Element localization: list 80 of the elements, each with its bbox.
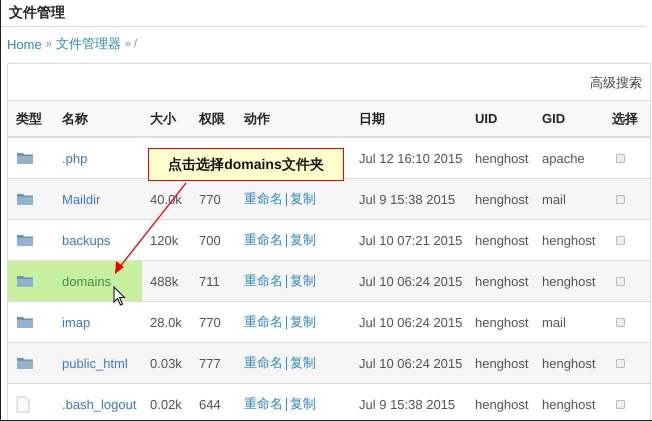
permission-cell: 644 (199, 396, 221, 412)
date-cell: Jul 9 15:38 2015 (359, 396, 456, 412)
size-cell: 28.0k (150, 314, 182, 330)
rename-link[interactable]: 重命名 (244, 272, 283, 290)
date-cell: Jul 10 07:21 2015 (359, 232, 462, 248)
rename-link[interactable]: 重命名 (244, 395, 283, 413)
gid-cell: henghost (542, 232, 596, 248)
breadcrumb-link[interactable]: 文件管理器 (56, 35, 121, 53)
permission-cell: 770 (199, 192, 221, 206)
column-header: 名称 (60, 110, 89, 128)
column-header: 权限 (198, 110, 226, 128)
date-cell: Jul 10 06:24 2015 (359, 356, 462, 370)
column-header: UID (474, 111, 498, 126)
gid-cell: henghost (542, 356, 596, 370)
permission-cell: 777 (199, 356, 221, 370)
folder-icon (16, 315, 34, 329)
select-checkbox[interactable] (616, 194, 625, 204)
breadcrumb-separator: » / (124, 38, 138, 50)
copy-link[interactable]: 复制 (290, 313, 316, 331)
date-cell: Jul 10 06:24 2015 (359, 274, 462, 288)
rename-link[interactable]: 重命名 (244, 313, 283, 331)
select-checkbox[interactable] (616, 318, 625, 326)
date-cell: Jul 10 06:24 2015 (359, 314, 462, 330)
gid-cell: mail (542, 192, 566, 206)
rename-link[interactable]: 重命名 (244, 354, 283, 372)
column-header: 类型 (14, 110, 43, 128)
select-checkbox[interactable] (616, 154, 625, 162)
file-name-link[interactable]: Maildir (62, 192, 100, 206)
file-name-link[interactable]: backups (62, 232, 110, 248)
size-cell: 0.03k (150, 356, 182, 370)
page-title: 文件管理 (1, 0, 646, 27)
breadcrumb-link[interactable]: Home (7, 36, 42, 52)
gid-cell: henghost (542, 274, 596, 288)
column-header: GID (541, 111, 566, 126)
file-name-link[interactable]: imap (62, 314, 90, 330)
size-cell: 0.02k (150, 396, 182, 412)
gid-cell: mail (542, 314, 566, 330)
copy-link[interactable]: 复制 (290, 272, 316, 290)
folder-icon (16, 356, 34, 370)
uid-cell: henghost (475, 396, 528, 412)
folder-icon (16, 192, 34, 206)
uid-cell: henghost (475, 356, 528, 370)
advanced-search-link[interactable]: 高级搜索 (590, 74, 642, 92)
permission-cell: 711 (199, 274, 220, 288)
select-checkbox[interactable] (616, 236, 625, 244)
date-cell: Jul 9 15:38 2015 (359, 192, 456, 206)
file-name-link[interactable]: .php (62, 150, 88, 166)
column-header: 日期 (358, 110, 386, 128)
gid-cell: henghost (542, 396, 596, 412)
copy-link[interactable]: 复制 (290, 190, 316, 208)
folder-icon (16, 233, 34, 247)
uid-cell: henghost (475, 192, 528, 206)
uid-cell: henghost (475, 150, 528, 166)
permission-cell: 770 (199, 314, 221, 330)
copy-link[interactable]: 复制 (290, 231, 316, 249)
size-cell: 120k (150, 232, 178, 248)
permission-cell: 700 (199, 232, 221, 248)
uid-cell: henghost (475, 274, 528, 288)
breadcrumb-separator: » (46, 38, 52, 50)
select-checkbox[interactable] (616, 358, 625, 368)
copy-link[interactable]: 复制 (290, 395, 316, 413)
size-cell: 488k (150, 274, 178, 288)
folder-icon (16, 274, 34, 288)
column-header: 大小 (149, 110, 178, 128)
uid-cell: henghost (475, 314, 528, 330)
column-header: 选择 (611, 110, 639, 128)
annotation-callout: 点击选择domains文件夹 (148, 148, 344, 181)
file-name-link[interactable]: public_html (62, 356, 128, 370)
gid-cell: apache (542, 150, 585, 166)
rename-link[interactable]: 重命名 (244, 231, 283, 249)
select-checkbox[interactable] (616, 276, 625, 286)
copy-link[interactable]: 复制 (290, 354, 316, 372)
file-name-link[interactable]: .bash_logout (62, 396, 136, 412)
rename-link[interactable]: 重命名 (244, 190, 283, 208)
select-checkbox[interactable] (616, 400, 625, 408)
folder-icon (16, 151, 34, 165)
uid-cell: henghost (475, 232, 528, 248)
column-header: 动作 (242, 110, 271, 128)
date-cell: Jul 12 16:10 2015 (359, 150, 462, 166)
file-icon (16, 396, 30, 412)
